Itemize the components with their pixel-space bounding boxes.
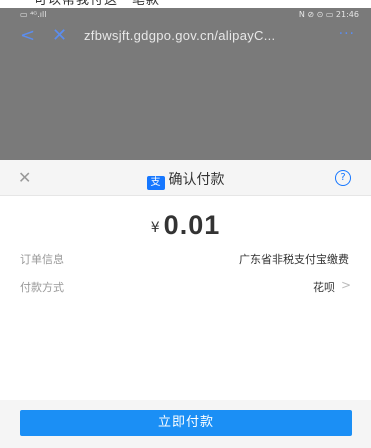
amount-display: ¥0.01: [0, 210, 371, 241]
amount-value: 0.01: [163, 210, 221, 240]
sheet-empty-area: [0, 300, 371, 400]
status-time: N ⊘ ⊙ ▭ 21:46: [298, 10, 359, 19]
status-bar: ▭ ⁴ᴳ.ıll N ⊘ ⊙ ▭ 21:46: [0, 8, 371, 22]
alipay-logo-icon: 支: [146, 176, 165, 190]
url-bar[interactable]: zfbwsjft.gdgpo.gov.cn/alipayC...: [84, 28, 324, 43]
payment-sheet: ✕ 支确认付款 ? ¥0.01 订单信息 广东省非税支付宝缴费 付款方式 花呗 …: [0, 160, 371, 448]
payment-details: 订单信息 广东省非税支付宝缴费 付款方式 花呗 >: [0, 244, 371, 300]
browser-navbar: < ✕ zfbwsjft.gdgpo.gov.cn/alipayC... ···: [0, 22, 371, 52]
status-signal: ▭ ⁴ᴳ.ıll: [20, 10, 47, 19]
currency-symbol: ¥: [150, 220, 160, 236]
sheet-header: ✕ 支确认付款 ?: [0, 160, 371, 196]
chevron-right-icon: >: [340, 278, 351, 292]
sheet-title-wrap: 支确认付款: [0, 169, 371, 190]
payment-method-label: 付款方式: [20, 281, 64, 294]
sheet-title: 确认付款: [168, 172, 225, 188]
pay-now-button[interactable]: 立即付款: [20, 410, 352, 436]
more-icon[interactable]: ···: [339, 26, 355, 42]
help-icon[interactable]: ?: [335, 170, 351, 186]
top-caption: 可以帮我付这一笔款: [0, 0, 371, 8]
back-arrow-icon[interactable]: <: [20, 25, 35, 46]
browser-background: ▭ ⁴ᴳ.ıll N ⊘ ⊙ ▭ 21:46 < ✕ zfbwsjft.gdgp…: [0, 0, 371, 160]
payment-method-value: 花呗: [313, 281, 335, 294]
payment-method-row[interactable]: 付款方式 花呗 >: [0, 272, 371, 300]
close-icon[interactable]: ✕: [52, 25, 67, 46]
order-info-row: 订单信息 广东省非税支付宝缴费: [0, 244, 371, 272]
order-info-value: 广东省非税支付宝缴费: [239, 253, 349, 266]
order-info-label: 订单信息: [20, 253, 64, 266]
